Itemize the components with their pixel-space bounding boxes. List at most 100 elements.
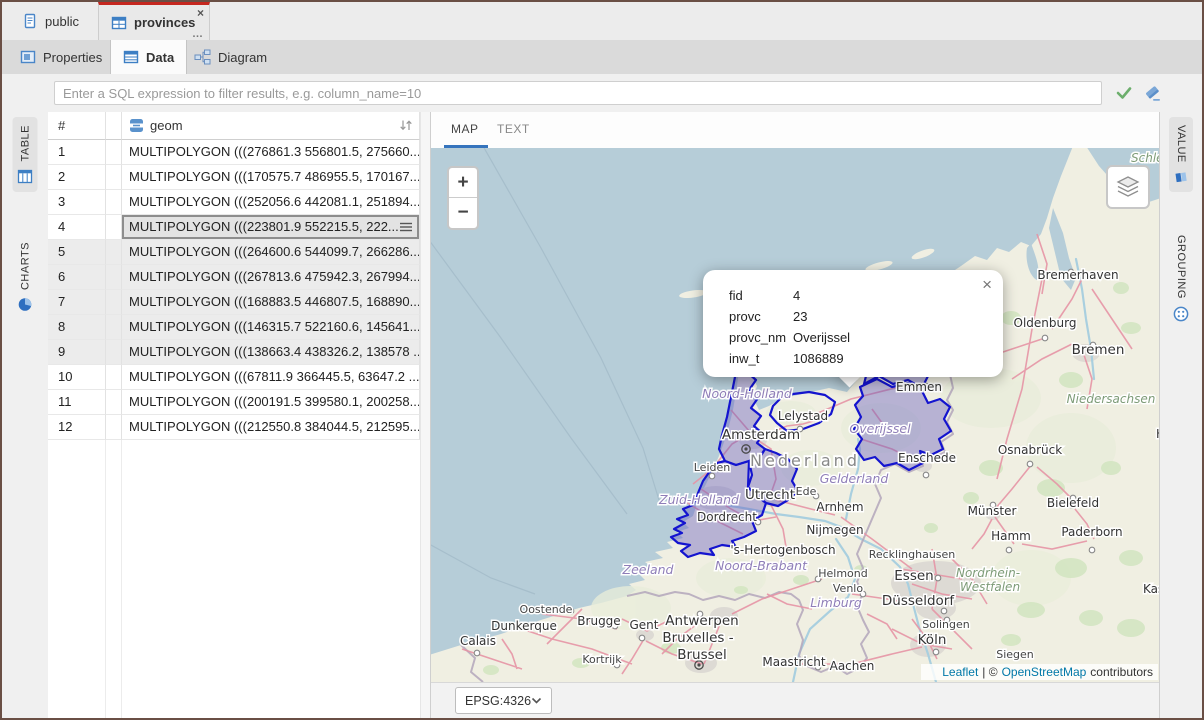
- table-row[interactable]: 1 MULTIPOLYGON (((276861.3 556801.5, 2756…: [48, 140, 420, 165]
- city-marker: [639, 635, 645, 641]
- map-label: Bruxelles -: [662, 630, 733, 646]
- geom-cell[interactable]: MULTIPOLYGON (((264600.6 544099.7, 26628…: [122, 240, 420, 265]
- geom-cell[interactable]: MULTIPOLYGON (((200191.5 399580.1, 20025…: [122, 390, 420, 415]
- row-index-cell[interactable]: 7: [48, 290, 106, 315]
- editor-tab-label: provinces: [134, 15, 195, 30]
- tab-properties[interactable]: Properties: [8, 40, 114, 74]
- osm-link[interactable]: OpenStreetMap: [1002, 665, 1087, 679]
- apply-filter-icon[interactable]: [1114, 83, 1134, 103]
- map-label: Enschede: [898, 451, 956, 465]
- layers-control[interactable]: [1106, 165, 1150, 209]
- sql-filter-input[interactable]: [54, 81, 1102, 105]
- row-index-cell[interactable]: 4: [48, 215, 106, 240]
- leaflet-link[interactable]: Leaflet: [942, 665, 978, 679]
- more-icon[interactable]: …: [192, 29, 204, 39]
- table-row[interactable]: 4 MULTIPOLYGON (((223801.9 552215.5, 222.…: [48, 215, 420, 240]
- map-label: Hamm: [991, 529, 1031, 543]
- geometry-type-icon: [129, 118, 144, 133]
- table-row[interactable]: 9 MULTIPOLYGON (((138663.4 438326.2, 1385…: [48, 340, 420, 365]
- city-marker: [1042, 335, 1048, 341]
- zoom-out-button[interactable]: −: [449, 198, 477, 227]
- geom-cell[interactable]: MULTIPOLYGON (((267813.6 475942.3, 26799…: [122, 265, 420, 290]
- map-label: Gelderland: [820, 471, 889, 486]
- popup-fields: fid4provc23provc_nmOverijsselinw_t108688…: [729, 285, 989, 369]
- geom-cell[interactable]: MULTIPOLYGON (((67811.9 366445.5, 63647.…: [122, 365, 420, 390]
- tab-label: TABLE: [19, 125, 31, 162]
- row-index-cell[interactable]: 1: [48, 140, 106, 165]
- city-marker: [1089, 547, 1095, 553]
- table-row[interactable]: 2 MULTIPOLYGON (((170575.7 486955.5, 1701…: [48, 165, 420, 190]
- table-row[interactable]: 10 MULTIPOLYGON (((67811.9 366445.5, 6364…: [48, 365, 420, 390]
- popup-field-row: provc23: [729, 306, 989, 327]
- city-marker: [1006, 547, 1012, 553]
- table-row[interactable]: 5 MULTIPOLYGON (((264600.6 544099.7, 2662…: [48, 240, 420, 265]
- editor-tab-provinces[interactable]: provinces × …: [98, 2, 210, 40]
- row-index-cell[interactable]: 9: [48, 340, 106, 365]
- geom-cell[interactable]: MULTIPOLYGON (((146315.7 522160.6, 14564…: [122, 315, 420, 340]
- table-row[interactable]: 7 MULTIPOLYGON (((168883.5 446807.5, 1688…: [48, 290, 420, 315]
- map-label: Nijmegen: [806, 523, 863, 537]
- grid-scrollbar[interactable]: [420, 112, 430, 718]
- zoom-in-button[interactable]: +: [449, 168, 477, 198]
- grouping-icon: [1173, 306, 1189, 322]
- row-index-cell[interactable]: 5: [48, 240, 106, 265]
- popup-field-label: provc: [729, 306, 791, 327]
- geom-cell[interactable]: MULTIPOLYGON (((170575.7 486955.5, 17016…: [122, 165, 420, 190]
- table-row[interactable]: 12 MULTIPOLYGON (((212550.8 384044.5, 212…: [48, 415, 420, 440]
- ukraine-flag-icon: [926, 668, 938, 677]
- row-index-cell[interactable]: 2: [48, 165, 106, 190]
- srs-bar: EPSG:4326: [431, 682, 1161, 719]
- row-index-cell[interactable]: 6: [48, 265, 106, 290]
- right-panel-strip: VALUE GROUPING: [1159, 112, 1202, 718]
- map-label: Kortrijk: [582, 653, 622, 666]
- leaflet-map[interactable]: SchlesolsBremerhavenOldenburgBremenNiede…: [431, 148, 1161, 682]
- spacer-cell: [106, 165, 122, 190]
- table-row[interactable]: 8 MULTIPOLYGON (((146315.7 522160.6, 1456…: [48, 315, 420, 340]
- tab-diagram[interactable]: Diagram: [182, 40, 279, 74]
- table-row[interactable]: 11 MULTIPOLYGON (((200191.5 399580.1, 200…: [48, 390, 420, 415]
- geom-cell[interactable]: MULTIPOLYGON (((212550.8 384044.5, 21259…: [122, 415, 420, 440]
- map-label: Gent: [630, 618, 659, 632]
- eraser-icon[interactable]: [1142, 83, 1162, 103]
- main-area: TABLE CHARTS # geom: [2, 112, 1202, 718]
- geom-cell[interactable]: MULTIPOLYGON (((138663.4 438326.2, 13857…: [122, 340, 420, 365]
- geom-cell[interactable]: MULTIPOLYGON (((252056.6 442081.1, 25189…: [122, 190, 420, 215]
- epsg-select[interactable]: EPSG:4326: [455, 687, 552, 714]
- geom-cell[interactable]: MULTIPOLYGON (((168883.5 446807.5, 16889…: [122, 290, 420, 315]
- tab-charts-vertical[interactable]: CHARTS: [13, 234, 38, 320]
- col-header-geom[interactable]: geom: [122, 112, 420, 140]
- row-index-cell[interactable]: 10: [48, 365, 106, 390]
- map-label: Westfalen: [960, 580, 1020, 594]
- map-label: Brugge: [577, 614, 620, 628]
- tab-value-vertical[interactable]: VALUE: [1169, 117, 1193, 192]
- popup-field-row: inw_t1086889: [729, 348, 989, 369]
- map-label: Siegen: [996, 648, 1034, 661]
- row-index-cell[interactable]: 3: [48, 190, 106, 215]
- row-index-cell[interactable]: 8: [48, 315, 106, 340]
- geom-cell[interactable]: MULTIPOLYGON (((223801.9 552215.5, 222..…: [122, 215, 420, 240]
- map-label: Antwerpen: [665, 613, 738, 629]
- feature-popup: × fid4provc23provc_nmOverijsselinw_t1086…: [703, 270, 1003, 377]
- map-label: Ede: [796, 485, 817, 498]
- table-row[interactable]: 3 MULTIPOLYGON (((252056.6 442081.1, 2518…: [48, 190, 420, 215]
- tab-map[interactable]: MAP: [451, 112, 479, 147]
- tab-text[interactable]: TEXT: [497, 112, 530, 147]
- row-index-cell[interactable]: 12: [48, 415, 106, 440]
- spacer-cell: [106, 215, 122, 240]
- cell-menu-icon[interactable]: [399, 220, 413, 234]
- map-label: Arnhem: [816, 500, 863, 514]
- map-label: Dordrecht: [697, 510, 757, 524]
- geom-cell[interactable]: MULTIPOLYGON (((276861.3 556801.5, 27566…: [122, 140, 420, 165]
- spacer-cell: [106, 190, 122, 215]
- tab-table-vertical[interactable]: TABLE: [13, 117, 38, 192]
- map-attribution: Leaflet | © OpenStreetMap contributors: [921, 664, 1158, 680]
- row-index-cell[interactable]: 11: [48, 390, 106, 415]
- close-icon[interactable]: ×: [197, 7, 204, 19]
- col-header-index[interactable]: #: [48, 112, 106, 140]
- spacer-cell: [106, 140, 122, 165]
- sort-icon[interactable]: [399, 119, 413, 132]
- editor-tab-public[interactable]: public: [10, 2, 91, 40]
- table-row[interactable]: 6 MULTIPOLYGON (((267813.6 475942.3, 2679…: [48, 265, 420, 290]
- tab-data[interactable]: Data: [110, 40, 187, 74]
- tab-grouping-vertical[interactable]: GROUPING: [1168, 227, 1194, 330]
